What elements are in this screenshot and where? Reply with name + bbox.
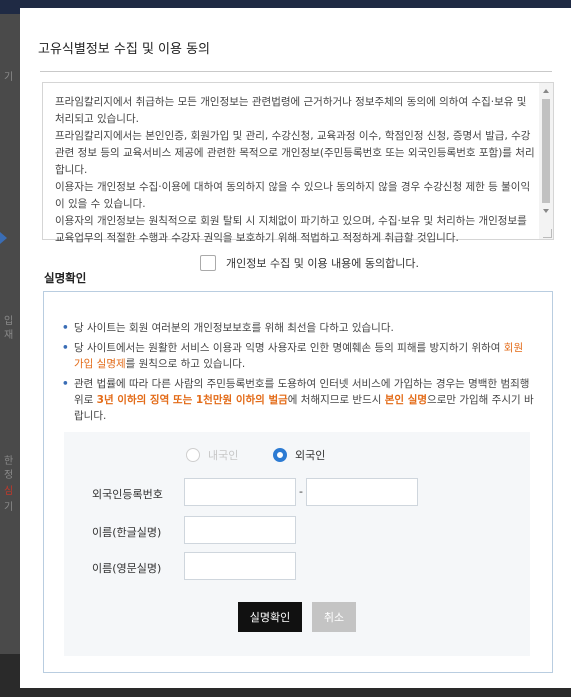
notice-highlight-real-name: 본인 실명 [384,394,428,406]
notice-item: • 관련 법률에 따라 다른 사람의 주민등록번호를 도용하여 인터넷 서비스에 … [60,376,534,424]
notice-text: 에 처해지므로 반드시 [287,394,385,406]
notice-item: • 당 사이트는 회원 여러분의 개인정보보호를 위해 최선을 다하고 있습니다. [60,320,534,336]
english-name-input[interactable] [184,552,296,580]
background-text: 한 [4,456,14,467]
background-text: 재 [4,330,14,341]
notice-list: • 당 사이트는 회원 여러분의 개인정보보호를 위해 최선을 다하고 있습니다.… [60,320,534,428]
agree-row[interactable]: 개인정보 수집 및 이용 내용에 동의합니다. [200,254,419,272]
notice-item: • 당 사이트에서는 원활한 서비스 이용과 익명 사용자로 인한 명예훼손 등의… [60,340,534,372]
terms-content: 프라임칼리지에서 취급하는 모든 개인정보는 관련법령에 근거하거나 정보주체의… [55,94,535,247]
bullet-icon: • [62,378,69,390]
terms-textarea[interactable]: 프라임칼리지에서 취급하는 모든 개인정보는 관련법령에 근거하거나 정보주체의… [42,82,554,244]
real-name-verification-box: • 당 사이트는 회원 여러분의 개인정보보호를 위해 최선을 다하고 있습니다.… [43,291,553,673]
bullet-icon: • [62,342,69,354]
label-english-name: 이름(영문실명) [92,562,162,575]
label-registration-number: 외국인등록번호 [92,488,163,501]
background-text: 입 [4,316,14,327]
title-divider [40,71,552,72]
bullet-icon: • [62,322,69,334]
notice-text: 를 원칙으로 하고 있습니다. [125,358,246,370]
background-text: 기 [4,72,14,83]
agree-checkbox[interactable] [200,255,216,271]
registration-number-dash: - [299,485,303,498]
cancel-button[interactable]: 취소 [312,602,356,632]
radio-domestic-label[interactable]: 내국인 [208,447,238,463]
registration-number-part1-input[interactable] [184,478,296,506]
section-title-real-name: 실명확인 [44,271,87,285]
verification-form: 내국인 외국인 외국인등록번호 - 이름(한글실명) 이름(영문실명) 실명확인… [64,432,530,656]
background-arrow-icon [0,232,7,244]
scroll-thumb[interactable] [542,99,550,203]
terms-paragraph: 이용자는 개인정보 수집·이용에 대하여 동의하지 않을 수 있으나 동의하지 … [55,181,531,210]
radio-domestic-icon[interactable] [186,448,200,462]
agree-label[interactable]: 개인정보 수집 및 이용 내용에 동의합니다. [226,255,419,271]
radio-foreign[interactable]: 외국인 [273,446,325,464]
terms-paragraph: 프라임칼리지에서 취급하는 모든 개인정보는 관련법령에 근거하거나 정보주체의… [55,96,527,125]
terms-paragraph: 프라임칼리지에서는 본인인증, 회원가입 및 관리, 수강신청, 교육과정 이수… [55,130,535,176]
label-korean-name: 이름(한글실명) [92,526,162,539]
resize-grip-icon[interactable] [543,229,552,238]
registration-number-part2-input[interactable] [306,478,418,506]
radio-foreign-icon[interactable] [273,448,287,462]
terms-scrollbar[interactable] [539,83,553,239]
korean-name-input[interactable] [184,516,296,544]
background-text: 심 [4,486,14,497]
notice-text: 당 사이트는 회원 여러분의 개인정보보호를 위해 최선을 다하고 있습니다. [74,322,394,334]
consent-modal: 고유식별정보 수집 및 이용 동의 프라임칼리지에서 취급하는 모든 개인정보는… [20,8,571,688]
scroll-down-arrow-icon[interactable] [543,209,549,213]
radio-foreign-label[interactable]: 외국인 [295,447,325,463]
verify-button[interactable]: 실명확인 [238,602,302,632]
background-text: 기 [4,502,14,513]
modal-title: 고유식별정보 수집 및 이용 동의 [38,42,211,57]
notice-highlight-penalty: 3년 이하의 징역 또는 1천만원 이하의 벌금 [96,394,288,406]
notice-text: 당 사이트에서는 원활한 서비스 이용과 익명 사용자로 인한 명예훼손 등의 … [74,342,504,354]
radio-domestic[interactable]: 내국인 [186,446,238,464]
background-text: 정 [4,470,14,481]
terms-paragraph: 이용자의 개인정보는 원칙적으로 회원 탈퇴 시 지체없이 파기하고 있으며, … [55,215,527,244]
scroll-up-arrow-icon[interactable] [543,89,549,93]
